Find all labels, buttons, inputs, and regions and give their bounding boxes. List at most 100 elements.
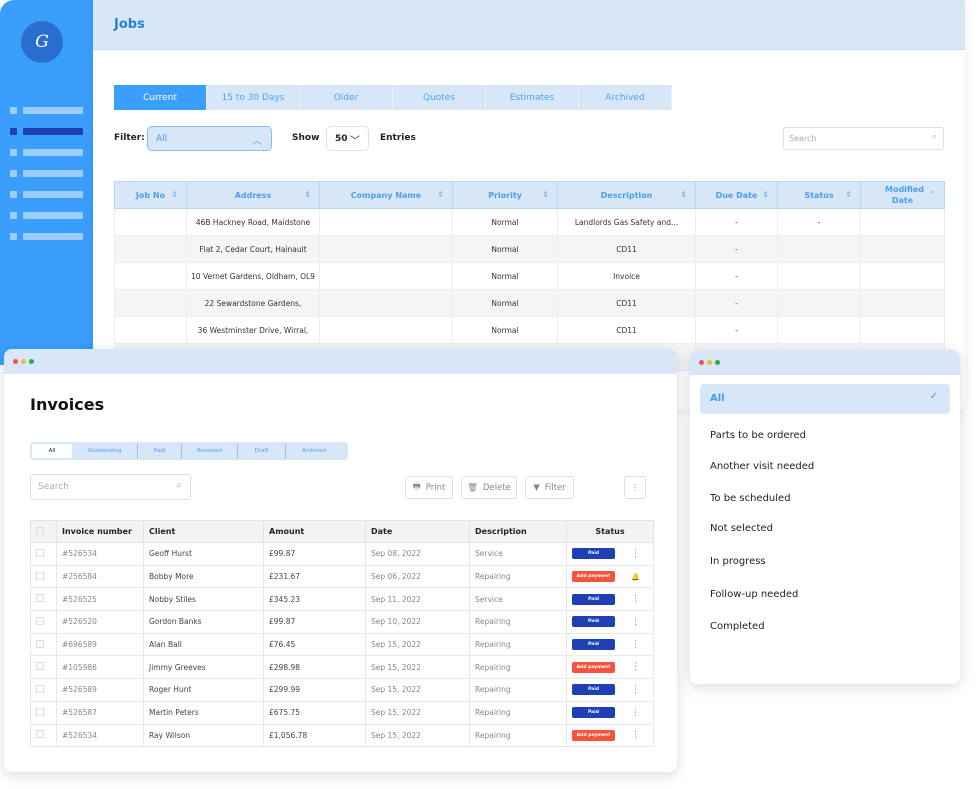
dropdown-option[interactable]: In progress xyxy=(710,556,766,567)
table-row[interactable]: #696589 Alan Ball £76.45 Sep 15, 2022 Repair… xyxy=(30,632,654,657)
table-row[interactable]: Flat 2, Cedar Court, Hainault Normal CD11- xyxy=(114,235,945,263)
sidebar-item[interactable] xyxy=(10,191,84,198)
sidebar-item[interactable] xyxy=(10,149,84,156)
status-badge[interactable]: Add payment xyxy=(572,661,615,673)
table-row[interactable]: #526534 Ray Wilson £1,056.78 Sep 15, 2022 Re… xyxy=(30,723,654,748)
table-row[interactable]: #526520 Gordon Banks £99.87 Sep 10, 2022 Rep… xyxy=(30,610,654,634)
row-checkbox[interactable] xyxy=(36,730,44,739)
row-checkbox[interactable] xyxy=(36,707,44,716)
sort-icon[interactable]: ⇕ xyxy=(680,189,687,200)
row-checkbox[interactable] xyxy=(36,548,44,557)
sort-icon[interactable]: ⇕ xyxy=(437,189,444,200)
dropdown-option[interactable]: Another visit needed xyxy=(710,461,814,472)
column-header[interactable]: Address ⇕ xyxy=(186,181,320,209)
status-badge[interactable]: Add payment xyxy=(572,729,615,741)
tab-received[interactable]: Received xyxy=(182,444,238,458)
filter-button[interactable]: ▼ Filter xyxy=(525,476,574,499)
sort-icon[interactable]: ⇕ xyxy=(542,189,549,200)
close-dot-icon[interactable] xyxy=(699,360,704,365)
more-options-button[interactable]: ⋮ xyxy=(624,476,646,499)
minimize-dot-icon[interactable] xyxy=(21,359,26,364)
table-row[interactable]: #526587 Martin Peters £675.75 Sep 15, 2022 R… xyxy=(30,700,654,725)
row-checkbox[interactable] xyxy=(36,662,44,671)
kebab-icon[interactable]: ⋮ xyxy=(631,685,640,695)
column-header[interactable]: Company Name ⇕ xyxy=(319,181,453,209)
table-row[interactable]: #256584 Bobby More £231.67 Sep 06, 2022 Repa… xyxy=(30,564,654,589)
table-row[interactable]: #526589 Roger Hunt £299.99 Sep 15, 2022 Repa… xyxy=(30,678,654,702)
kebab-icon[interactable]: ⋮ xyxy=(631,708,640,718)
print-button[interactable]: 🖶 Print xyxy=(405,476,453,499)
table-row[interactable]: 46B Hackney Road, Maidstone Normal Landlor… xyxy=(114,208,945,236)
table-row[interactable]: #105986 Jimmy Greeves £298.98 Sep 15, 2022 R… xyxy=(30,655,654,680)
tab-archived[interactable]: Archived xyxy=(579,85,672,110)
table-row[interactable]: #526534 Geoff Hurst £99.87 Sep 08, 2022 Serv… xyxy=(30,542,654,566)
sidebar-item[interactable] xyxy=(10,233,84,240)
sidebar-item[interactable] xyxy=(10,128,84,135)
dropdown-option[interactable]: To be scheduled xyxy=(710,493,791,504)
sort-icon[interactable]: ⇕ xyxy=(845,189,852,200)
kebab-icon[interactable]: ⋮ xyxy=(631,662,640,672)
status-badge[interactable]: Paid xyxy=(572,684,615,696)
tab-draft[interactable]: Draft xyxy=(238,444,286,458)
dropdown-option[interactable]: Follow-up needed xyxy=(710,589,798,600)
sort-icon[interactable]: ⇕ xyxy=(762,189,769,200)
column-header[interactable]: Description ⇕ xyxy=(557,181,696,209)
maximize-dot-icon[interactable] xyxy=(715,360,720,365)
table-row[interactable]: 10 Vernet Gardens, Oldham, OL9 Normal Invo… xyxy=(114,262,945,290)
sidebar-item[interactable] xyxy=(10,170,84,177)
kebab-icon[interactable]: ⋮ xyxy=(631,594,640,604)
column-header[interactable]: Due Date ⇕ xyxy=(695,181,778,209)
dropdown-option[interactable]: Not selected xyxy=(710,523,773,534)
checkbox[interactable] xyxy=(36,526,44,535)
status-badge[interactable]: Paid xyxy=(572,593,615,605)
dropdown-option[interactable]: Parts to be ordered xyxy=(710,430,806,441)
kebab-icon[interactable]: ⋮ xyxy=(631,617,640,627)
tab-older[interactable]: Older xyxy=(300,85,393,110)
logo[interactable]: G xyxy=(21,21,63,63)
dropdown-option[interactable]: Completed xyxy=(710,621,765,632)
table-row[interactable]: #526525 Nobby Stiles £345.23 Sep 11, 2022 Se… xyxy=(30,587,654,612)
dropdown-option-selected[interactable]: All ✓ xyxy=(700,384,950,414)
sort-icon[interactable]: ⇕ xyxy=(171,189,178,200)
tab-estimates[interactable]: Estimates xyxy=(486,85,579,110)
minimize-dot-icon[interactable] xyxy=(707,360,712,365)
status-badge[interactable]: Paid xyxy=(572,707,615,719)
row-checkbox[interactable] xyxy=(36,639,44,648)
table-row[interactable]: 36 Westminster Drive, Wirral, Normal CD11- xyxy=(114,316,945,344)
tab-quotes[interactable]: Quotes xyxy=(393,85,486,110)
status-badge[interactable]: Add payment xyxy=(572,571,615,583)
sort-icon[interactable]: ⇕ xyxy=(304,189,311,200)
status-badge[interactable]: Paid xyxy=(572,616,615,628)
entries-select[interactable]: 50 ﹀ xyxy=(326,126,369,151)
close-dot-icon[interactable] xyxy=(13,359,18,364)
tab-archived[interactable]: Archived xyxy=(286,444,342,458)
invoice-search-input[interactable]: Search ⌕ xyxy=(30,474,191,500)
column-header[interactable]: Job No ⇕ xyxy=(114,181,187,209)
row-checkbox[interactable] xyxy=(36,616,44,625)
tab-paid[interactable]: Paid xyxy=(138,444,182,458)
row-checkbox[interactable] xyxy=(36,571,44,580)
status-badge[interactable]: Paid xyxy=(572,639,615,651)
row-checkbox[interactable] xyxy=(36,594,44,603)
kebab-icon[interactable]: ⋮ xyxy=(631,549,640,559)
jobs-search-input[interactable]: Search ⌕ xyxy=(783,127,944,150)
tab-15-to-30-days[interactable]: 15 to 30 Days xyxy=(207,85,300,110)
table-row[interactable]: 22 Sewardstone Gardens, Normal CD11- xyxy=(114,289,945,317)
sort-collapse-icon[interactable]: ⌃ xyxy=(929,189,936,200)
tab-outstanding[interactable]: Outstanding xyxy=(72,444,138,458)
tab-current[interactable]: Current xyxy=(114,85,207,110)
filter-select[interactable]: All ︿ xyxy=(147,126,272,151)
maximize-dot-icon[interactable] xyxy=(29,359,34,364)
delete-button[interactable]: 🗑 Delete xyxy=(461,476,517,499)
select-all-checkbox-cell[interactable] xyxy=(30,520,57,543)
kebab-icon[interactable]: ⋮ xyxy=(631,640,640,650)
row-checkbox[interactable] xyxy=(36,684,44,693)
column-header[interactable]: Status ⇕ xyxy=(777,181,861,209)
status-badge[interactable]: Paid xyxy=(572,548,615,560)
kebab-icon[interactable]: ⋮ xyxy=(631,730,640,740)
bell-icon[interactable]: 🔔 xyxy=(631,573,640,581)
column-header[interactable]: Priority ⇕ xyxy=(452,181,558,209)
tab-all[interactable]: All xyxy=(32,444,72,458)
column-header[interactable]: Modified Date ⌃ xyxy=(860,181,945,209)
sidebar-item[interactable] xyxy=(10,107,84,114)
